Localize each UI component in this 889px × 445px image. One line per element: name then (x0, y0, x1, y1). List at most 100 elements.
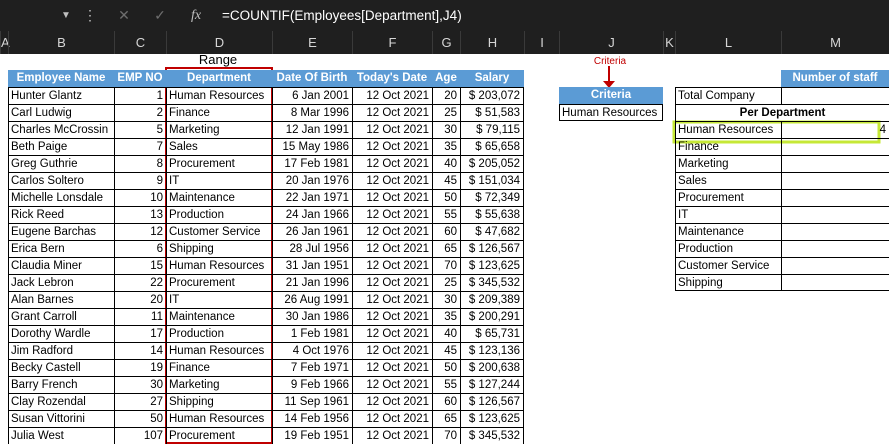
department-label-cell[interactable]: Human Resources (675, 121, 781, 138)
table-cell[interactable]: Shipping (166, 393, 272, 410)
total-company-label[interactable]: Total Company (675, 87, 781, 104)
table-cell[interactable]: Maintenance (166, 189, 272, 206)
table-cell[interactable]: $ 72,349 (460, 189, 524, 206)
column-header-k[interactable]: K (663, 31, 675, 54)
table-cell[interactable]: 27 (114, 393, 166, 410)
table-cell[interactable]: 55 (432, 376, 460, 393)
table-cell[interactable]: $ 203,072 (460, 87, 524, 104)
table-cell[interactable]: 35 (432, 308, 460, 325)
table-cell[interactable]: 14 Feb 1956 (272, 410, 352, 427)
table-cell[interactable]: 35 (432, 138, 460, 155)
table-cell[interactable]: 12 (114, 223, 166, 240)
table-cell[interactable]: Human Resources (166, 87, 272, 104)
table-cell[interactable]: 2 (114, 104, 166, 121)
table-header-cell[interactable]: Employee Name (8, 70, 114, 87)
table-cell[interactable]: $ 47,682 (460, 223, 524, 240)
total-company-count[interactable] (781, 87, 889, 104)
table-cell[interactable]: 19 Feb 1951 (272, 427, 352, 444)
department-label-cell[interactable]: Shipping (675, 274, 781, 291)
table-cell[interactable]: 50 (432, 359, 460, 376)
table-cell[interactable]: $ 209,389 (460, 291, 524, 308)
table-cell[interactable]: Customer Service (166, 223, 272, 240)
table-cell[interactable]: 17 (114, 325, 166, 342)
table-cell[interactable]: $ 205,052 (460, 155, 524, 172)
table-cell[interactable]: 15 May 1986 (272, 138, 352, 155)
table-cell[interactable]: 12 Oct 2021 (352, 138, 432, 155)
table-cell[interactable]: 40 (432, 155, 460, 172)
table-cell[interactable]: Finance (166, 104, 272, 121)
formula-input[interactable]: =COUNTIF(Employees[Department],J4) (222, 0, 462, 31)
table-cell[interactable]: Greg Guthrie (8, 155, 114, 172)
table-cell[interactable]: Julia West (8, 427, 114, 444)
department-count-cell[interactable] (781, 223, 889, 240)
table-cell[interactable]: 31 Jan 1951 (272, 257, 352, 274)
table-cell[interactable]: 12 Oct 2021 (352, 393, 432, 410)
table-cell[interactable]: Human Resources (166, 410, 272, 427)
table-cell[interactable]: 12 Oct 2021 (352, 240, 432, 257)
table-cell[interactable]: Sales (166, 138, 272, 155)
table-cell[interactable]: $ 123,625 (460, 410, 524, 427)
table-cell[interactable]: 26 Jan 1961 (272, 223, 352, 240)
table-cell[interactable]: Carl Ludwig (8, 104, 114, 121)
table-cell[interactable]: $ 123,136 (460, 342, 524, 359)
name-box-dropdown-icon[interactable]: ▼ (56, 0, 76, 31)
table-cell[interactable]: 55 (432, 206, 460, 223)
table-cell[interactable]: 10 (114, 189, 166, 206)
table-cell[interactable]: Eugene Barchas (8, 223, 114, 240)
criteria-value-cell[interactable]: Human Resources (559, 104, 663, 121)
table-cell[interactable]: 8 (114, 155, 166, 172)
table-cell[interactable]: Barry French (8, 376, 114, 393)
table-cell[interactable]: $ 123,625 (460, 257, 524, 274)
department-label-cell[interactable]: Maintenance (675, 223, 781, 240)
table-header-cell[interactable]: Department (166, 70, 272, 87)
table-cell[interactable]: Erica Bern (8, 240, 114, 257)
department-count-cell[interactable] (781, 240, 889, 257)
table-cell[interactable]: $ 345,532 (460, 427, 524, 444)
table-cell[interactable]: Shipping (166, 240, 272, 257)
table-header-cell[interactable]: Salary (460, 70, 524, 87)
table-cell[interactable]: 7 (114, 138, 166, 155)
table-cell[interactable]: 25 (432, 274, 460, 291)
table-cell[interactable]: IT (166, 291, 272, 308)
table-cell[interactable]: 12 Oct 2021 (352, 121, 432, 138)
table-cell[interactable]: $ 127,244 (460, 376, 524, 393)
table-cell[interactable]: 9 (114, 172, 166, 189)
table-cell[interactable]: Human Resources (166, 342, 272, 359)
table-cell[interactable]: 5 (114, 121, 166, 138)
table-cell[interactable]: 12 Oct 2021 (352, 427, 432, 444)
table-cell[interactable]: Procurement (166, 155, 272, 172)
table-cell[interactable]: 45 (432, 342, 460, 359)
table-cell[interactable]: 28 Jul 1956 (272, 240, 352, 257)
close-icon[interactable]: ✕ (112, 0, 136, 31)
worksheet-grid[interactable]: Range Criteria Employee Name EMP NO Depart… (0, 52, 889, 445)
column-header-a[interactable]: A (0, 31, 10, 54)
table-cell[interactable]: 8 Mar 1996 (272, 104, 352, 121)
table-cell[interactable]: 4 Oct 1976 (272, 342, 352, 359)
table-cell[interactable]: 12 Oct 2021 (352, 104, 432, 121)
table-cell[interactable]: 1 (114, 87, 166, 104)
department-label-cell[interactable]: Marketing (675, 155, 781, 172)
table-cell[interactable]: 12 Oct 2021 (352, 223, 432, 240)
table-cell[interactable]: Alan Barnes (8, 291, 114, 308)
table-cell[interactable]: $ 65,658 (460, 138, 524, 155)
table-cell[interactable]: Claudia Miner (8, 257, 114, 274)
department-count-cell[interactable] (781, 206, 889, 223)
table-header-cell[interactable]: EMP NO (114, 70, 166, 87)
table-cell[interactable]: Procurement (166, 274, 272, 291)
table-cell[interactable]: 30 (432, 291, 460, 308)
table-cell[interactable]: Rick Reed (8, 206, 114, 223)
table-cell[interactable]: 21 Jan 1996 (272, 274, 352, 291)
column-header-g[interactable]: G (432, 31, 460, 54)
table-cell[interactable]: 6 Jan 2001 (272, 87, 352, 104)
table-cell[interactable]: $ 126,567 (460, 240, 524, 257)
table-cell[interactable]: Grant Carroll (8, 308, 114, 325)
table-cell[interactable]: Dorothy Wardle (8, 325, 114, 342)
table-cell[interactable]: Susan Vittorini (8, 410, 114, 427)
table-cell[interactable]: 50 (432, 189, 460, 206)
table-cell[interactable]: Carlos Soltero (8, 172, 114, 189)
table-cell[interactable]: 20 (114, 291, 166, 308)
table-cell[interactable]: 65 (432, 410, 460, 427)
table-cell[interactable]: 12 Oct 2021 (352, 257, 432, 274)
number-of-staff-header[interactable]: Number of staff (781, 70, 889, 87)
column-header-f[interactable]: F (352, 31, 432, 54)
